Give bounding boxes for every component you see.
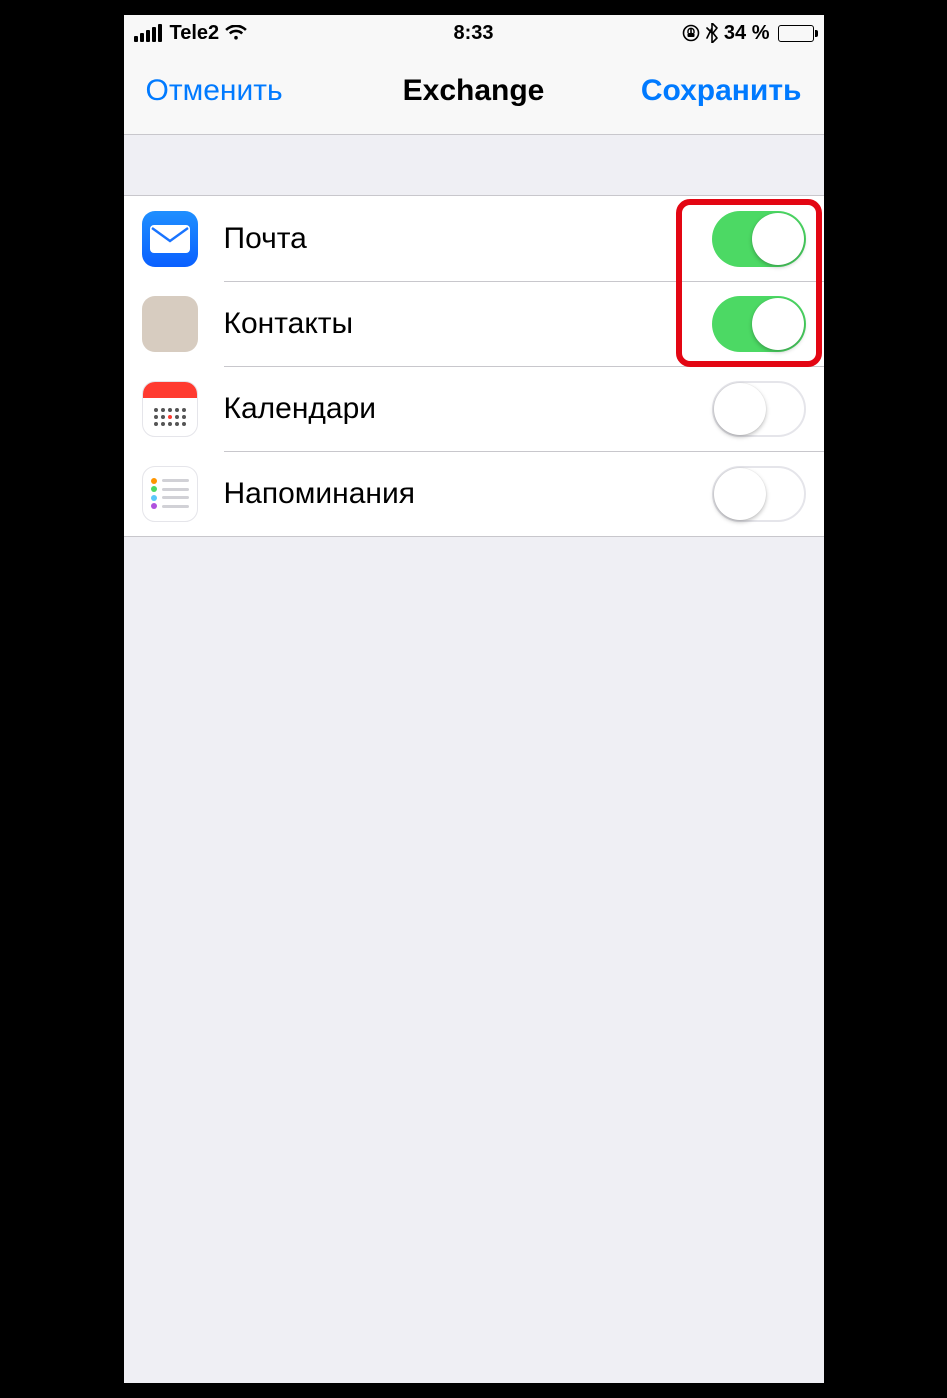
toggle-reminders[interactable] xyxy=(712,466,806,522)
device-screen: Tele2 8:33 34 % Отменить Exchange Сохран… xyxy=(124,15,824,1383)
row-contacts-label: Контакты xyxy=(224,307,712,341)
cellular-signal-icon xyxy=(134,24,162,42)
status-left: Tele2 xyxy=(134,22,248,45)
settings-list: Почта Контакты Календари xyxy=(124,195,824,537)
cancel-button[interactable]: Отменить xyxy=(146,74,283,108)
status-right: 34 % xyxy=(682,22,814,45)
carrier-label: Tele2 xyxy=(170,22,220,45)
mail-icon xyxy=(142,211,198,267)
row-mail-label: Почта xyxy=(224,222,712,256)
row-reminders-label: Напоминания xyxy=(224,477,712,511)
battery-icon xyxy=(778,25,814,42)
toggle-contacts[interactable] xyxy=(712,296,806,352)
battery-percent-label: 34 % xyxy=(724,22,770,45)
nav-bar: Отменить Exchange Сохранить xyxy=(124,51,824,135)
row-contacts: Контакты xyxy=(124,281,824,366)
row-reminders: Напоминания xyxy=(124,451,824,536)
save-button[interactable]: Сохранить xyxy=(641,74,802,108)
calendar-icon xyxy=(142,381,198,437)
row-calendars-label: Календари xyxy=(224,392,712,426)
status-bar: Tele2 8:33 34 % xyxy=(124,15,824,51)
row-mail: Почта xyxy=(124,196,824,281)
reminders-icon xyxy=(142,466,198,522)
toggle-calendars[interactable] xyxy=(712,381,806,437)
wifi-icon xyxy=(225,25,247,41)
toggle-mail[interactable] xyxy=(712,211,806,267)
contacts-icon xyxy=(142,296,198,352)
rotation-lock-icon xyxy=(682,24,700,42)
row-calendars: Календари xyxy=(124,366,824,451)
bluetooth-icon xyxy=(706,23,718,43)
